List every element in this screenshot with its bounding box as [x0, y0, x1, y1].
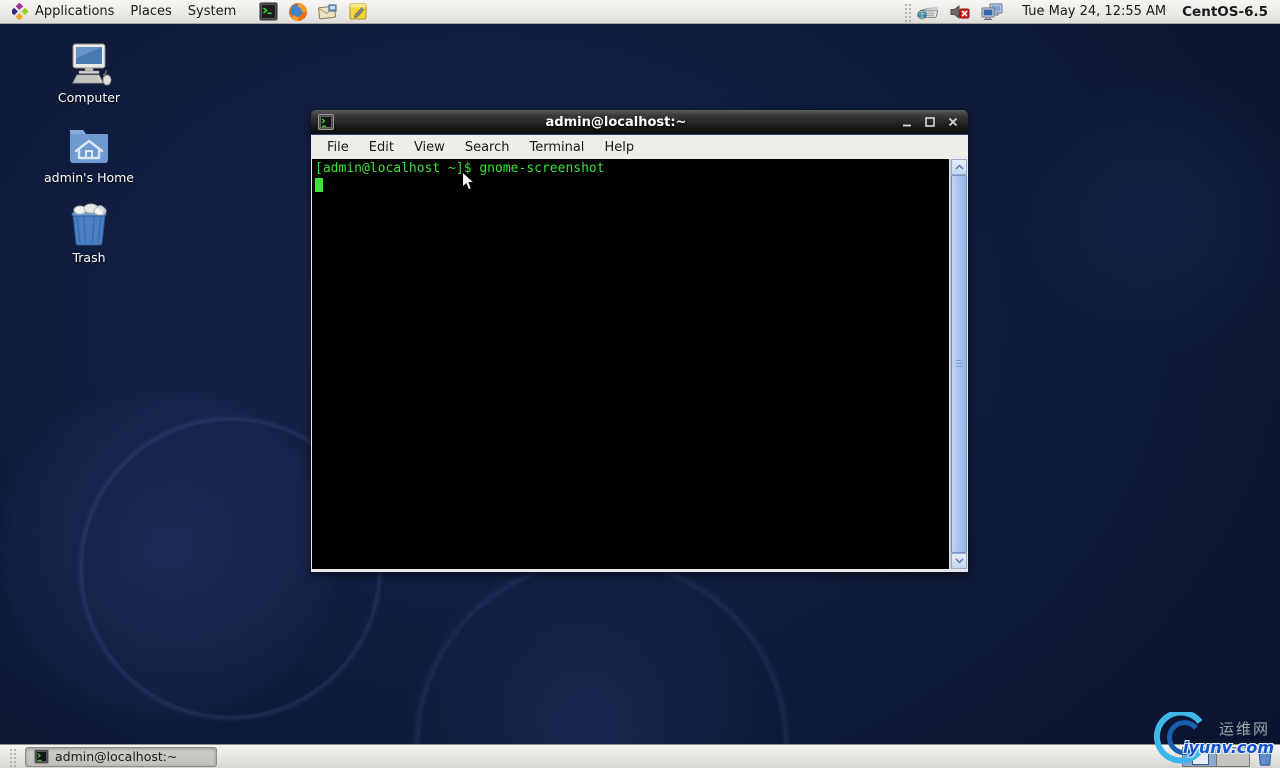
email-launcher-icon[interactable]	[318, 2, 338, 22]
distro-label: CentOS-6.5	[1182, 3, 1268, 20]
menu-system-label: System	[187, 4, 237, 19]
terminal-cursor-line	[315, 177, 948, 193]
terminal-menubar: File Edit View Search Terminal Help	[311, 135, 968, 159]
gedit-launcher-icon[interactable]	[348, 2, 368, 22]
menu-places-label: Places	[130, 4, 172, 19]
taskbar-trash-icon[interactable]	[1254, 746, 1276, 768]
terminal-menu-terminal[interactable]: Terminal	[519, 137, 594, 158]
terminal-window: admin@localhost:~ File Edit View Search …	[311, 110, 968, 572]
firefox-launcher-icon[interactable]	[288, 2, 308, 22]
desktop-icon-trash[interactable]: Trash	[36, 202, 142, 265]
network-icon[interactable]	[980, 2, 1004, 22]
terminal-window-icon	[318, 114, 334, 130]
desktop-root: { "colors": { "terminal_green": "#3be13b…	[0, 0, 1280, 768]
taskbar-drag-handle[interactable]	[8, 746, 17, 767]
home-folder-icon	[65, 122, 113, 168]
panel-clock[interactable]: Tue May 24, 12:55 AM	[1004, 4, 1178, 19]
terminal-menu-view[interactable]: View	[404, 137, 455, 158]
watermark-site-name: 运维网	[1218, 720, 1270, 738]
terminal-menu-help[interactable]: Help	[594, 137, 644, 158]
maximize-button[interactable]	[921, 114, 938, 131]
centos-logo-icon	[12, 3, 29, 20]
taskbar-terminal-icon	[34, 749, 49, 764]
menu-applications-label: Applications	[35, 4, 115, 19]
desktop-icon-label: Trash	[72, 250, 106, 265]
taskbar-window-button[interactable]: admin@localhost:~	[25, 746, 217, 767]
mouse-cursor	[461, 170, 476, 196]
volume-muted-icon[interactable]	[948, 2, 972, 22]
scroll-down-button[interactable]	[951, 553, 967, 569]
panel-drag-handle[interactable]	[903, 1, 913, 22]
terminal-window-title: admin@localhost:~	[545, 114, 687, 130]
workspace-2[interactable]	[1216, 747, 1249, 766]
terminal-cursor	[315, 178, 323, 192]
menu-system[interactable]: System	[180, 0, 244, 23]
terminal-scrollbar	[950, 159, 967, 569]
menu-applications[interactable]: Applications	[4, 0, 122, 23]
desktop-icon-list: Computer admin's Home Trash	[36, 42, 142, 265]
menu-places[interactable]: Places	[122, 0, 179, 23]
desktop-icon-label: admin's Home	[43, 170, 134, 185]
scroll-up-button[interactable]	[951, 159, 967, 175]
workspace-1[interactable]	[1183, 747, 1216, 766]
keyboard-layout-icon[interactable]	[916, 2, 940, 22]
terminal-body: [admin@localhost ~]$ gnome-screenshot	[311, 159, 968, 572]
close-button[interactable]	[944, 114, 961, 131]
terminal-launcher-icon[interactable]	[258, 2, 278, 22]
terminal-titlebar[interactable]: admin@localhost:~	[311, 110, 968, 135]
bottom-taskbar: admin@localhost:~	[0, 744, 1280, 768]
terminal-menu-edit[interactable]: Edit	[359, 137, 404, 158]
trash-icon	[65, 202, 113, 248]
terminal-prompt-line: [admin@localhost ~]$ gnome-screenshot	[315, 161, 605, 176]
desktop-icon-computer[interactable]: Computer	[36, 42, 142, 105]
terminal-screen[interactable]: [admin@localhost ~]$ gnome-screenshot	[312, 159, 949, 569]
panel-launchers	[258, 2, 368, 22]
top-panel: Applications Places System Tue May 24, 1…	[0, 0, 1280, 24]
scrollbar-thumb[interactable]	[951, 175, 967, 553]
desktop-icon-label: Computer	[57, 90, 121, 105]
system-tray	[916, 2, 1004, 22]
minimize-button[interactable]	[898, 114, 915, 131]
workspace-switcher	[1182, 746, 1250, 767]
terminal-menu-search[interactable]: Search	[455, 137, 520, 158]
terminal-menu-file[interactable]: File	[317, 137, 359, 158]
computer-icon	[65, 42, 113, 88]
taskbar-window-label: admin@localhost:~	[55, 749, 178, 764]
desktop-icon-home[interactable]: admin's Home	[36, 122, 142, 185]
